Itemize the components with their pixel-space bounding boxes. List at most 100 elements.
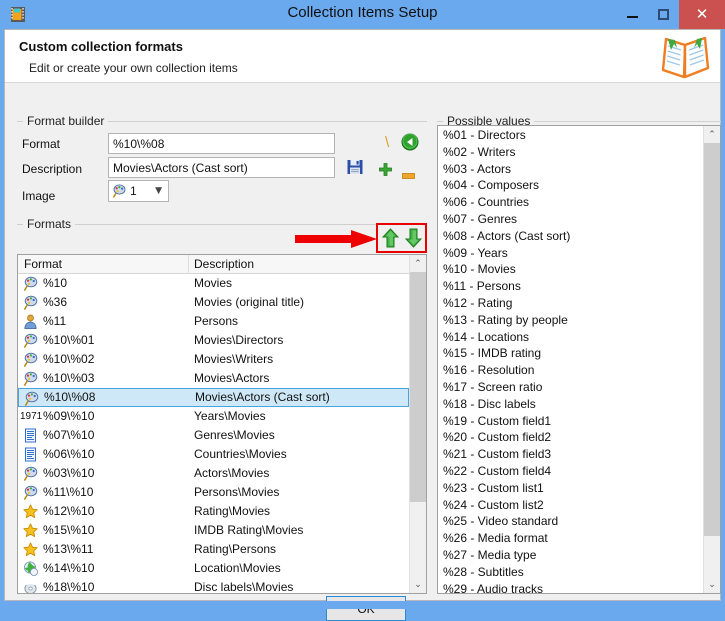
document-icon [23,428,38,443]
table-row[interactable]: %18\%10 Disc labels\Movies [18,578,409,593]
cell-description: Rating\Persons [194,542,277,556]
list-item[interactable]: %07 - Genres [438,211,703,228]
list-item[interactable]: %17 - Screen ratio [438,379,703,396]
cell-format: %10 [43,276,68,290]
palette-icon [112,184,126,198]
table-row[interactable]: %06\%10 Countries\Movies [18,445,409,464]
image-select-value: 1 [130,184,137,198]
cell-description: Disc labels\Movies [194,580,294,593]
table-row[interactable]: %11\%10 Persons\Movies [18,483,409,502]
description-input[interactable] [108,157,335,178]
green-down-arrow-icon[interactable] [404,228,423,248]
scroll-thumb[interactable] [410,272,426,502]
image-field-label: Image [22,189,56,203]
year-icon: 1971 [20,411,43,422]
table-row[interactable]: %12\%10 Rating\Movies [18,502,409,521]
list-item[interactable]: %10 - Movies [438,261,703,278]
table-row[interactable]: %11 Persons [18,312,409,331]
list-item[interactable]: %18 - Disc labels [438,396,703,413]
list-item[interactable]: %29 - Audio tracks [438,581,703,593]
table-row[interactable]: %10\%01 Movies\Directors [18,331,409,350]
title-bar: Collection Items Setup ✕ [0,0,725,29]
formats-scrollbar[interactable]: ⌃ ⌄ [409,255,426,593]
list-item[interactable]: %08 - Actors (Cast sort) [438,228,703,245]
table-row[interactable]: %36 Movies (original title) [18,293,409,312]
scroll-up-icon[interactable]: ⌃ [410,255,426,272]
list-item[interactable]: %21 - Custom field3 [438,446,703,463]
list-item[interactable]: %12 - Rating [438,295,703,312]
cell-format: %10\%08 [44,390,96,404]
image-select[interactable]: 1 ▼ [108,180,169,202]
possible-values-list[interactable]: %01 - Directors %02 - Writers %03 - Actors… [437,125,721,594]
blue-floppy-disk-icon[interactable] [346,158,364,176]
close-button[interactable]: ✕ [679,0,725,29]
palette-icon [23,485,38,500]
formats-list[interactable]: Format Description %10 Movies %36 Movies (o… [17,254,427,594]
list-item[interactable]: %25 - Video standard [438,513,703,530]
table-row[interactable]: %10\%03 Movies\Actors [18,369,409,388]
cell-format: %07\%10 [43,428,95,442]
cell-format: %03\%10 [43,466,95,480]
list-item[interactable]: %23 - Custom list1 [438,480,703,497]
table-row[interactable]: %10 Movies [18,274,409,293]
table-row[interactable]: %10\%08 Movies\Actors (Cast sort) [18,388,409,407]
table-row[interactable]: %03\%10 Actors\Movies [18,464,409,483]
list-item[interactable]: %19 - Custom field1 [438,413,703,430]
table-row[interactable]: %13\%11 Rating\Persons [18,540,409,559]
table-row[interactable]: %14\%10 Location\Movies [18,559,409,578]
format-input[interactable] [108,133,335,154]
list-item[interactable]: %27 - Media type [438,547,703,564]
list-item[interactable]: %06 - Countries [438,194,703,211]
list-item[interactable]: %13 - Rating by people [438,312,703,329]
table-row[interactable]: %07\%10 Genres\Movies [18,426,409,445]
list-item[interactable]: %09 - Years [438,245,703,262]
list-item[interactable]: %01 - Directors [438,127,703,144]
minimize-button[interactable] [617,0,648,29]
cell-description: Genres\Movies [194,428,275,442]
window-bottom-frame [0,601,725,609]
scroll-thumb[interactable] [704,143,720,536]
cell-format: %10\%03 [43,371,95,385]
list-item[interactable]: %20 - Custom field2 [438,429,703,446]
cell-format: %11 [43,314,67,328]
list-item[interactable]: %22 - Custom field4 [438,463,703,480]
cell-format: %15\%10 [43,523,95,537]
dialog-header: Custom collection formats Edit or create… [5,30,720,83]
list-item[interactable]: %28 - Subtitles [438,564,703,581]
cell-format: %13\%11 [43,542,94,556]
list-item[interactable]: %16 - Resolution [438,362,703,379]
cell-format: %11\%10 [43,485,94,499]
list-item[interactable]: %02 - Writers [438,144,703,161]
green-back-arrow-icon[interactable] [401,133,419,151]
formats-list-header: Format Description [18,255,426,274]
green-plus-icon[interactable] [379,163,392,176]
list-item[interactable]: %04 - Composers [438,177,703,194]
backslash-insert-button[interactable]: \ [385,134,389,151]
open-book-icon [658,32,712,80]
list-item[interactable]: %14 - Locations [438,329,703,346]
list-item[interactable]: %11 - Persons [438,278,703,295]
scroll-down-icon[interactable]: ⌄ [704,576,720,593]
page-subtitle: Edit or create your own collection items [29,61,238,75]
scroll-down-icon[interactable]: ⌄ [410,576,426,593]
person-icon [23,314,38,329]
list-item[interactable]: %26 - Media format [438,530,703,547]
scroll-up-icon[interactable]: ⌃ [704,126,720,143]
list-item[interactable]: %24 - Custom list2 [438,497,703,514]
maximize-icon [658,9,669,20]
green-up-arrow-icon[interactable] [381,228,400,248]
column-header-description: Description [194,257,255,271]
format-field-label: Format [22,137,61,151]
table-row[interactable]: %10\%02 Movies\Writers [18,350,409,369]
orange-minus-icon[interactable] [402,168,415,179]
table-row[interactable]: 1971 %09\%10 Years\Movies [18,407,409,426]
formats-label: Formats [23,217,76,231]
list-item[interactable]: %15 - IMDB rating [438,345,703,362]
list-item[interactable]: %03 - Actors [438,161,703,178]
maximize-button[interactable] [648,0,679,29]
cell-format: %18\%10 [43,580,95,593]
globe-icon [23,561,38,576]
values-scrollbar[interactable]: ⌃ ⌄ [703,126,720,593]
cell-format: %09\%10 [43,409,95,423]
table-row[interactable]: %15\%10 IMDB Rating\Movies [18,521,409,540]
